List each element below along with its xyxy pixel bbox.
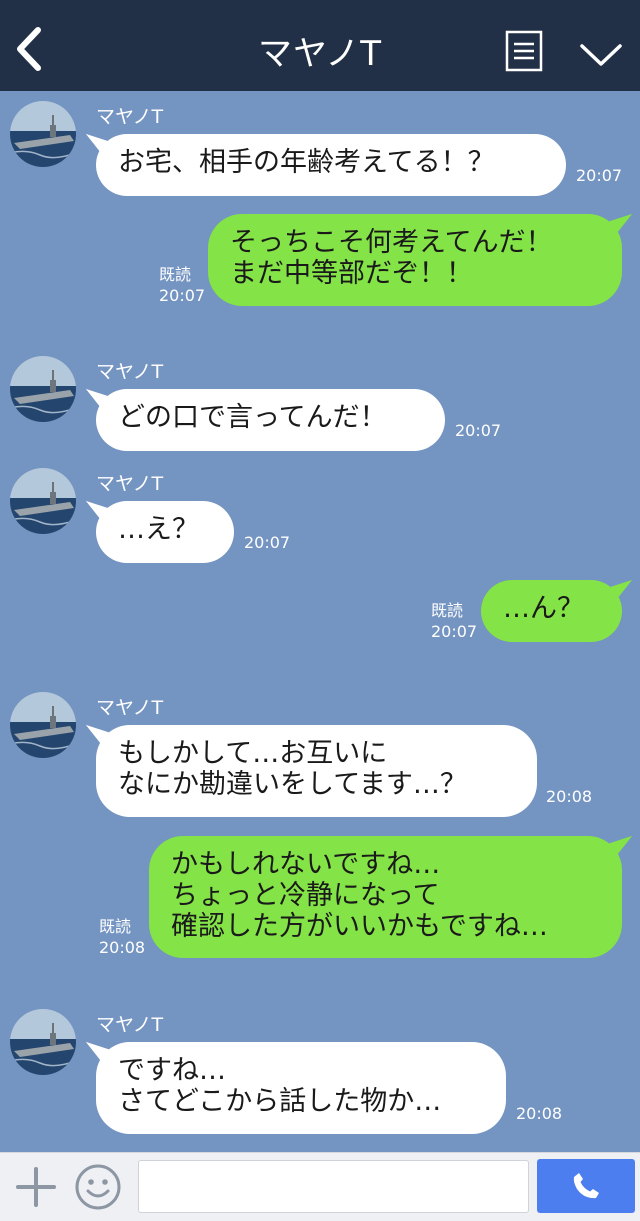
aircraft-carrier-avatar-icon bbox=[10, 101, 76, 167]
message-bubble-incoming[interactable]: ですね… さてどこから話した物か… bbox=[96, 1042, 506, 1134]
input-bar bbox=[0, 1152, 640, 1221]
back-button[interactable] bbox=[10, 26, 50, 72]
menu-button[interactable] bbox=[505, 30, 543, 72]
message-meta: 20:07 bbox=[576, 165, 622, 186]
emoji-button[interactable] bbox=[74, 1163, 122, 1211]
message-input[interactable] bbox=[138, 1160, 529, 1213]
avatar[interactable] bbox=[10, 692, 76, 758]
read-receipt: 既読 bbox=[159, 265, 192, 284]
message-bubble-incoming[interactable]: …え？ bbox=[96, 501, 234, 563]
call-button[interactable] bbox=[537, 1159, 635, 1213]
message-bubble-outgoing[interactable]: …ん？ bbox=[481, 580, 622, 642]
sender-name: マヤノT bbox=[96, 1014, 164, 1036]
message-meta: 既読 20:08 bbox=[99, 916, 145, 958]
message-meta: 20:08 bbox=[546, 786, 592, 807]
menu-list-icon bbox=[505, 30, 543, 72]
chat-area[interactable]: マヤノT お宅、相手の年齢考えてる！？ 20:07 そっちこそ何考えてんだ！ ま… bbox=[0, 91, 640, 1152]
avatar[interactable] bbox=[10, 1009, 76, 1075]
message-bubble-incoming[interactable]: もしかして…お互いに なにか勘違いをしてます…？ bbox=[96, 725, 537, 817]
aircraft-carrier-avatar-icon bbox=[10, 692, 76, 758]
read-receipt: 既読 bbox=[431, 601, 464, 620]
sender-name: マヤノT bbox=[96, 361, 164, 383]
message-meta: 既読 20:07 bbox=[159, 264, 205, 306]
message-time: 20:07 bbox=[431, 622, 478, 641]
sender-name: マヤノT bbox=[96, 106, 164, 128]
message-time: 20:07 bbox=[244, 533, 291, 552]
sender-name: マヤノT bbox=[96, 473, 164, 495]
aircraft-carrier-avatar-icon bbox=[10, 356, 76, 422]
plus-icon bbox=[16, 1167, 56, 1207]
chat-header: マヤノT bbox=[0, 0, 640, 91]
collapse-button[interactable] bbox=[578, 40, 624, 68]
avatar[interactable] bbox=[10, 101, 76, 167]
read-receipt: 既読 bbox=[99, 917, 132, 936]
avatar[interactable] bbox=[10, 468, 76, 534]
aircraft-carrier-avatar-icon bbox=[10, 468, 76, 534]
chevron-down-icon bbox=[580, 44, 622, 66]
back-arrow-icon bbox=[17, 27, 41, 71]
message-bubble-incoming[interactable]: どの口で言ってんだ！ bbox=[96, 389, 445, 451]
message-meta: 20:08 bbox=[516, 1103, 562, 1124]
message-bubble-incoming[interactable]: お宅、相手の年齢考えてる！？ bbox=[96, 134, 566, 196]
aircraft-carrier-avatar-icon bbox=[10, 1009, 76, 1075]
sender-name: マヤノT bbox=[96, 697, 164, 719]
message-meta: 20:07 bbox=[455, 420, 501, 441]
page-title: マヤノT bbox=[257, 34, 383, 74]
plus-button[interactable] bbox=[14, 1165, 58, 1209]
message-time: 20:07 bbox=[576, 166, 623, 185]
message-bubble-outgoing[interactable]: そっちこそ何考えてんだ！ まだ中等部だぞ！！ bbox=[208, 214, 622, 306]
phone-icon bbox=[573, 1173, 599, 1199]
smiley-icon bbox=[75, 1164, 121, 1210]
message-time: 20:08 bbox=[546, 787, 593, 806]
message-meta: 既読 20:07 bbox=[431, 600, 477, 642]
message-time: 20:08 bbox=[99, 938, 146, 957]
message-meta: 20:07 bbox=[244, 532, 290, 553]
message-bubble-outgoing[interactable]: かもしれないですね… ちょっと冷静になって 確認した方がいいかもですね… bbox=[149, 836, 622, 958]
message-time: 20:08 bbox=[516, 1104, 563, 1123]
message-time: 20:07 bbox=[159, 286, 206, 305]
avatar[interactable] bbox=[10, 356, 76, 422]
message-time: 20:07 bbox=[455, 421, 502, 440]
